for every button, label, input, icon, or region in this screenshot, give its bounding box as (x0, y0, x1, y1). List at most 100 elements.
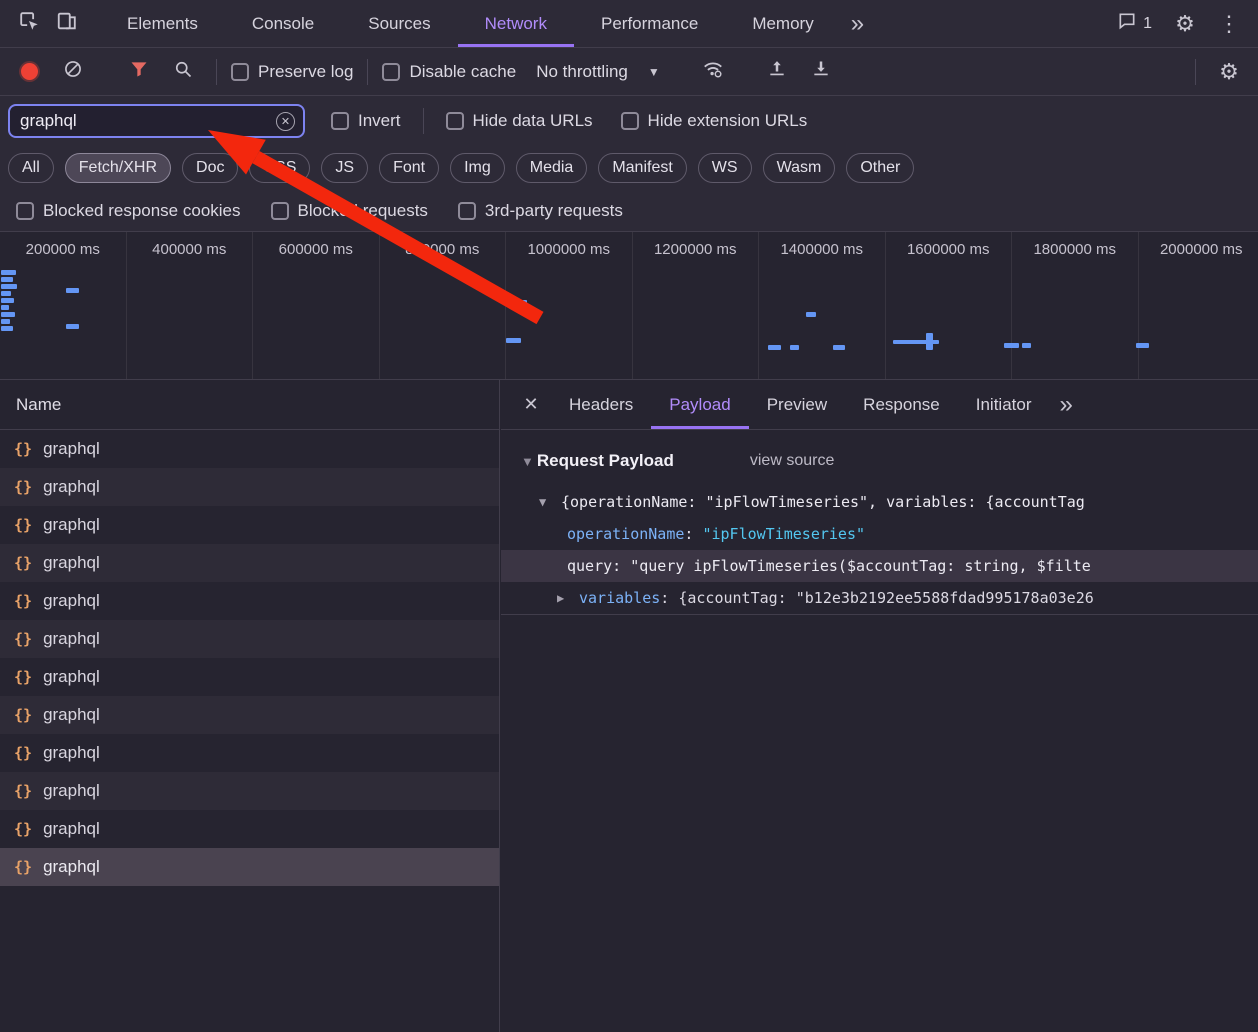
hide-extension-urls-checkbox[interactable]: Hide extension URLs (621, 111, 808, 131)
record-button[interactable] (10, 53, 48, 91)
network-conditions-button[interactable] (694, 53, 732, 91)
request-row[interactable]: {}graphql (0, 810, 499, 848)
export-har-button[interactable] (802, 53, 840, 91)
payload-tree: ▼{operationName: "ipFlowTimeseries", var… (501, 486, 1258, 615)
divider (216, 59, 217, 85)
filter-input-box: ✕ (8, 104, 305, 138)
request-row[interactable]: {}graphql (0, 468, 499, 506)
tab-console[interactable]: Console (225, 0, 341, 47)
disclosure-triangle-icon[interactable]: ▼ (539, 495, 561, 509)
filter-chip-doc[interactable]: Doc (182, 153, 238, 183)
checkbox[interactable] (16, 202, 34, 220)
extra-filter-blocked-requests[interactable]: Blocked requests (271, 201, 428, 221)
request-row[interactable]: {}graphql (0, 620, 499, 658)
console-messages-button[interactable]: 1 (1109, 11, 1160, 36)
filter-chip-ws[interactable]: WS (698, 153, 752, 183)
tab-memory[interactable]: Memory (725, 0, 840, 47)
request-row[interactable]: {}graphql (0, 772, 499, 810)
request-row[interactable]: {}graphql (0, 544, 499, 582)
chevron-down-icon: ▼ (648, 65, 660, 79)
more-detail-tabs-button[interactable]: » (1049, 391, 1082, 419)
request-name: graphql (43, 781, 100, 801)
name-column-header[interactable]: Name (0, 380, 499, 430)
filter-input[interactable] (20, 111, 276, 131)
detail-tab-payload[interactable]: Payload (651, 380, 748, 429)
clear-filter-icon[interactable]: ✕ (276, 112, 295, 131)
checkbox[interactable] (382, 63, 400, 81)
tab-elements[interactable]: Elements (100, 0, 225, 47)
filter-chip-wasm[interactable]: Wasm (763, 153, 836, 183)
request-row[interactable]: {}graphql (0, 848, 499, 886)
kebab-menu-icon[interactable]: ⋮ (1210, 5, 1248, 43)
requests-panel: Name {}graphql{}graphql{}graphql{}graphq… (0, 380, 500, 1032)
payload-row[interactable]: query: "query ipFlowTimeseries($accountT… (501, 550, 1258, 582)
close-details-button[interactable]: ✕ (511, 380, 551, 429)
extra-filter-blocked-response-cookies[interactable]: Blocked response cookies (16, 201, 241, 221)
detail-tab-initiator[interactable]: Initiator (958, 380, 1050, 429)
clear-button[interactable] (54, 53, 92, 91)
more-panels-button[interactable]: » (841, 10, 874, 38)
disable-cache-checkbox[interactable]: Disable cache (382, 62, 516, 82)
hide-data-urls-checkbox[interactable]: Hide data URLs (446, 111, 593, 131)
checkbox[interactable] (331, 112, 349, 130)
network-activity-bar (1, 284, 17, 289)
tabbar-right-controls: 1 ⚙ ⋮ (1109, 5, 1248, 43)
checkbox[interactable] (271, 202, 289, 220)
checkbox[interactable] (231, 63, 249, 81)
network-activity-bar (926, 333, 933, 350)
detail-tab-headers[interactable]: Headers (551, 380, 651, 429)
filter-chip-js[interactable]: JS (321, 153, 368, 183)
tab-network[interactable]: Network (458, 0, 574, 47)
checkbox[interactable] (621, 112, 639, 130)
inspect-element-button[interactable] (10, 5, 48, 43)
filter-chip-other[interactable]: Other (846, 153, 914, 183)
view-source-link[interactable]: view source (750, 452, 834, 470)
message-bubble-icon (1117, 11, 1137, 36)
filter-toggle-button[interactable] (120, 53, 158, 91)
request-row[interactable]: {}graphql (0, 506, 499, 544)
filter-chip-img[interactable]: Img (450, 153, 505, 183)
filter-chip-media[interactable]: Media (516, 153, 588, 183)
inspect-cursor-icon (18, 10, 40, 37)
settings-gear-icon[interactable]: ⚙ (1166, 5, 1204, 43)
section-collapse-icon[interactable]: ▼ (521, 454, 534, 469)
payload-row[interactable]: ▼{operationName: "ipFlowTimeseries", var… (501, 486, 1258, 518)
filter-chip-css[interactable]: CSS (249, 153, 310, 183)
payload-row[interactable]: operationName: "ipFlowTimeseries" (501, 518, 1258, 550)
import-har-button[interactable] (758, 53, 796, 91)
network-activity-bar (1, 291, 11, 296)
filter-chip-all[interactable]: All (8, 153, 54, 183)
filter-chip-manifest[interactable]: Manifest (598, 153, 686, 183)
preserve-log-checkbox[interactable]: Preserve log (231, 62, 353, 82)
extra-filter-3rd-party-requests[interactable]: 3rd-party requests (458, 201, 623, 221)
detail-tab-response[interactable]: Response (845, 380, 958, 429)
disclosure-triangle-icon[interactable]: ▶ (557, 591, 579, 605)
devtools-tab-bar: ElementsConsoleSourcesNetworkPerformance… (0, 0, 1258, 48)
timeline-overview[interactable]: 200000 ms400000 ms600000 ms800000 ms1000… (0, 232, 1258, 380)
filter-chip-font[interactable]: Font (379, 153, 439, 183)
checkbox[interactable] (446, 112, 464, 130)
filter-chip-fetch-xhr[interactable]: Fetch/XHR (65, 153, 171, 183)
throttling-dropdown[interactable]: No throttling ▼ (526, 62, 670, 82)
checkbox[interactable] (458, 202, 476, 220)
request-name: graphql (43, 667, 100, 687)
detail-tab-preview[interactable]: Preview (749, 380, 845, 429)
tab-performance[interactable]: Performance (574, 0, 725, 47)
import-har-icon (767, 59, 787, 84)
invert-checkbox[interactable]: Invert (331, 111, 401, 131)
payload-row[interactable]: ▶variables: {accountTag: "b12e3b2192ee55… (501, 582, 1258, 614)
network-activity-bar (1, 298, 14, 303)
search-button[interactable] (164, 53, 202, 91)
network-settings-gear-icon[interactable]: ⚙ (1210, 53, 1248, 91)
request-row[interactable]: {} graphql (0, 658, 499, 696)
request-row[interactable]: {}graphql (0, 734, 499, 772)
request-row[interactable]: {}graphql (0, 696, 499, 734)
payload-key: operationName (567, 525, 684, 543)
tab-sources[interactable]: Sources (341, 0, 457, 47)
request-row[interactable]: {}graphql (0, 582, 499, 620)
network-activity-bar (833, 345, 845, 350)
device-toolbar-button[interactable] (48, 5, 86, 43)
network-activity-bar (1, 277, 13, 282)
request-row[interactable]: {}graphql (0, 430, 499, 468)
json-braces-icon: {} (14, 668, 32, 686)
